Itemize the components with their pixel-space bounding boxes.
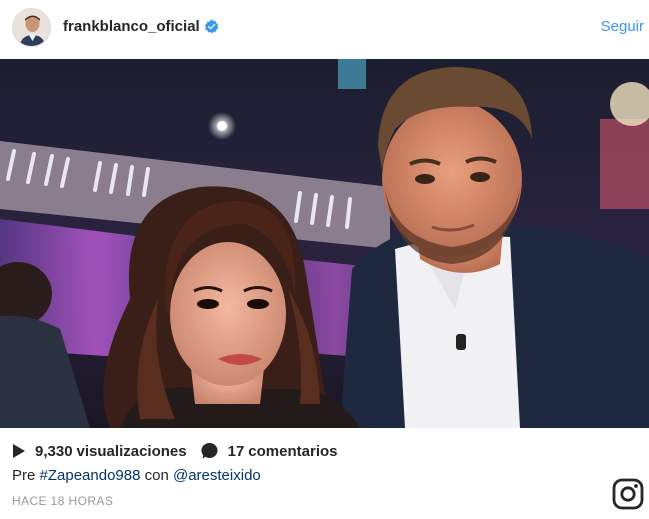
comments-stat[interactable]: 17 comentarios (201, 442, 338, 460)
avatar[interactable] (12, 8, 51, 47)
post-header: frankblanco_oficial Seguir (0, 0, 649, 56)
follow-button[interactable]: Seguir (601, 18, 644, 35)
views-label: visualizaciones (76, 442, 187, 460)
username-link[interactable]: frankblanco_oficial (63, 18, 200, 35)
views-count: 9,330 (35, 442, 73, 460)
post-photo[interactable] (0, 59, 649, 428)
play-icon (13, 444, 25, 458)
comments-label: comentarios (248, 442, 338, 460)
avatar-image (13, 9, 50, 46)
mention-link[interactable]: @aresteixido (173, 467, 261, 484)
views-stat[interactable]: 9,330 visualizaciones (12, 443, 187, 460)
verified-badge-icon (204, 19, 219, 34)
caption-middle: con (144, 467, 169, 484)
hashtag-link[interactable]: #Zapeando988 (40, 467, 141, 484)
post-stats: 9,330 visualizaciones 17 comentarios (12, 440, 352, 462)
comment-icon (201, 442, 218, 459)
caption-prefix: Pre (12, 467, 36, 484)
post-timestamp[interactable]: HACE 18 HORAS (12, 494, 113, 508)
post-image (0, 59, 649, 428)
comments-count: 17 (227, 442, 245, 460)
post-caption: Pre #Zapeando988 con @aresteixido (12, 467, 261, 484)
instagram-icon[interactable] (612, 478, 644, 510)
